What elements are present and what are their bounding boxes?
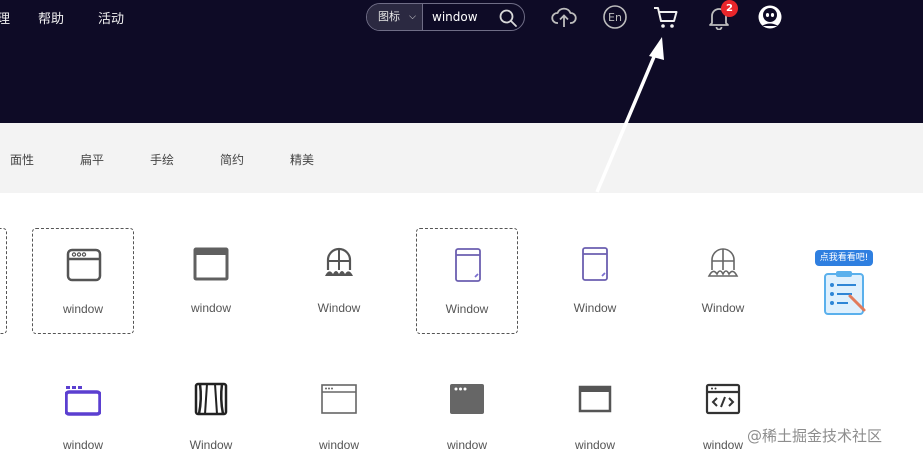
promo-card[interactable]: 点我看看吧!	[795, 240, 895, 320]
cart-icon[interactable]	[653, 4, 679, 30]
filter-solid[interactable]: 面性	[10, 151, 34, 168]
filter-simple[interactable]: 简约	[220, 151, 244, 168]
filter-handdrawn[interactable]: 手绘	[150, 151, 174, 168]
browser-window-icon	[321, 384, 357, 414]
search-category-select[interactable]: 图标 ⌵	[367, 4, 423, 30]
icon-card[interactable]: Window	[160, 365, 262, 461]
browser-window-icon	[66, 248, 102, 282]
icon-card[interactable]: Window	[672, 228, 774, 334]
language-icon[interactable]: En	[602, 4, 628, 30]
curtain-window-icon	[194, 382, 228, 416]
icon-card[interactable]: window	[416, 365, 518, 461]
upload-cloud-icon[interactable]	[551, 4, 577, 30]
icon-card[interactable]: window	[672, 365, 774, 461]
clipboard-checklist-icon	[824, 271, 866, 315]
icon-label: window	[62, 302, 104, 316]
style-filter-bar: 面性 扁平 手绘 简约 精美	[0, 123, 923, 193]
svg-text:En: En	[608, 11, 622, 24]
top-header: 理 帮助 活动 图标 ⌵ En	[0, 0, 923, 123]
icon-label: Window	[445, 302, 489, 316]
nav-activity[interactable]: 活动	[98, 8, 124, 27]
icon-card[interactable]: window	[544, 365, 646, 461]
icon-label: Window	[189, 438, 233, 452]
window-frame-icon	[65, 386, 101, 416]
filter-flat[interactable]: 扁平	[80, 151, 104, 168]
avatar[interactable]	[757, 4, 783, 30]
window-panel-icon	[582, 247, 608, 281]
watermark: @稀土掘金技术社区	[747, 427, 883, 445]
icon-card[interactable]: Window	[288, 228, 390, 334]
icon-label: Window	[701, 301, 745, 315]
search-box: 图标 ⌵	[366, 3, 525, 31]
nav-help[interactable]: 帮助	[38, 8, 64, 27]
window-panel-icon	[455, 248, 481, 282]
filter-exquisite[interactable]: 精美	[290, 151, 314, 168]
window-frame-icon	[578, 385, 612, 413]
icon-label: Window	[573, 301, 617, 315]
window-filled-icon	[450, 384, 484, 414]
icon-card-partial[interactable]	[0, 228, 7, 334]
code-window-icon	[705, 383, 741, 415]
icon-card[interactable]: window	[288, 365, 390, 461]
icon-card[interactable]: window	[32, 228, 134, 334]
notification-badge: 2	[721, 0, 738, 17]
promo-label: 点我看看吧!	[819, 253, 869, 263]
icon-label: window	[190, 301, 232, 315]
promo-tag: 点我看看吧!	[815, 250, 873, 266]
nav-item-partial[interactable]: 理	[0, 8, 10, 27]
icon-label: Window	[317, 301, 361, 315]
window-frame-icon	[193, 247, 229, 281]
icon-label: window	[62, 438, 104, 452]
search-icon[interactable]	[498, 8, 518, 28]
arched-window-icon	[325, 247, 353, 276]
icon-label: window	[574, 438, 616, 452]
search-category-label: 图标	[378, 10, 400, 23]
icon-label: window	[318, 438, 360, 452]
icon-card[interactable]: window	[160, 228, 262, 334]
page: 理 帮助 活动 图标 ⌵ En	[0, 0, 923, 461]
arched-window-outline-icon	[707, 248, 739, 277]
search-input[interactable]	[423, 4, 493, 30]
chevron-down-icon: ⌵	[409, 12, 416, 22]
icon-card[interactable]: Window	[416, 228, 518, 334]
icon-card[interactable]: window	[32, 365, 134, 461]
icon-card[interactable]: Window	[544, 228, 646, 334]
icon-label: window	[446, 438, 488, 452]
